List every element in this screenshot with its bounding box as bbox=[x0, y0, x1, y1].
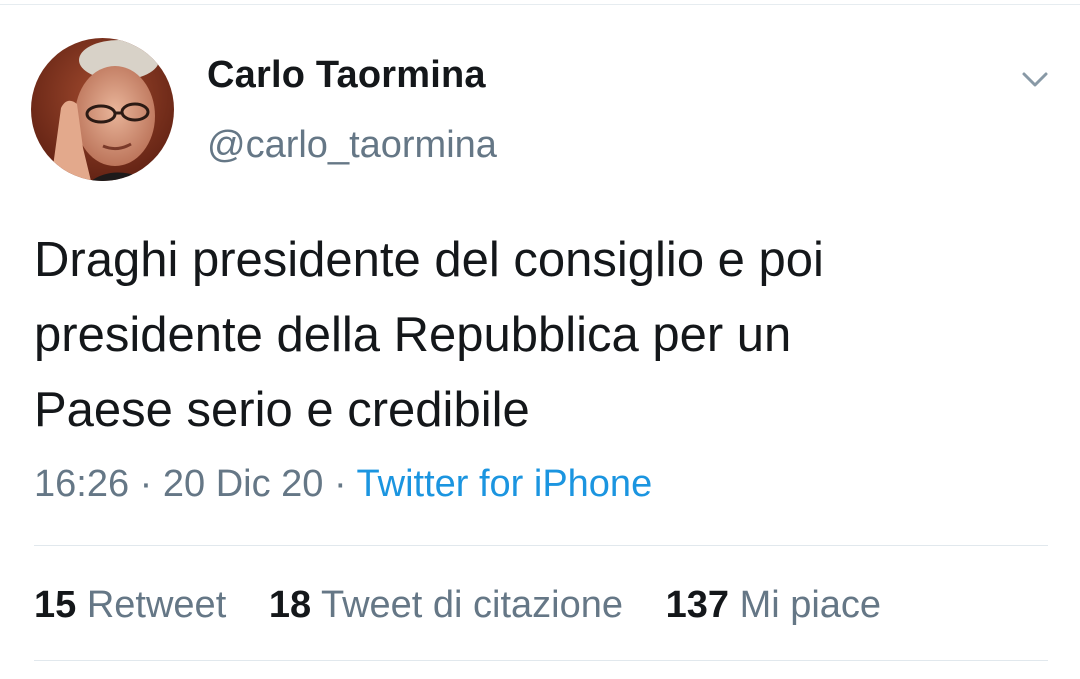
top-divider bbox=[0, 4, 1080, 5]
tweet-text: Draghi presidente del consiglio e poi pr… bbox=[34, 233, 824, 437]
author-avatar[interactable] bbox=[31, 38, 174, 181]
meta-separator: · bbox=[333, 463, 347, 505]
tweet-time: 16:26 bbox=[34, 463, 130, 505]
meta-separator: · bbox=[139, 463, 153, 505]
quote-tweet-stat[interactable]: 18 Tweet di citazione bbox=[269, 584, 623, 627]
quote-tweet-label: Tweet di citazione bbox=[320, 584, 624, 626]
author-display-name[interactable]: Carlo Taormina bbox=[207, 54, 486, 97]
tweet-detail: Carlo Taormina @carlo_taormina Draghi pr… bbox=[0, 0, 1080, 679]
like-stat[interactable]: 137 Mi piace bbox=[666, 584, 881, 627]
chevron-down-icon[interactable] bbox=[1014, 58, 1056, 100]
profile-photo-icon bbox=[31, 38, 174, 181]
retweet-count: 15 bbox=[34, 584, 77, 626]
tweet-stats: 15 Retweet 18 Tweet di citazione 137 Mi … bbox=[34, 584, 913, 627]
tweet-date: 20 Dic 20 bbox=[162, 463, 324, 505]
stats-top-divider bbox=[34, 545, 1048, 546]
like-count: 137 bbox=[665, 584, 729, 626]
retweet-label: Retweet bbox=[86, 584, 227, 626]
stats-bottom-divider bbox=[34, 660, 1048, 661]
like-label: Mi piace bbox=[739, 584, 882, 626]
retweet-stat[interactable]: 15 Retweet bbox=[34, 584, 226, 627]
tweet-meta: 16:26 · 20 Dic 20 · Twitter for iPhone bbox=[34, 463, 652, 506]
author-handle[interactable]: @carlo_taormina bbox=[207, 124, 497, 167]
tweet-source-link[interactable]: Twitter for iPhone bbox=[357, 463, 653, 505]
quote-tweet-count: 18 bbox=[268, 584, 312, 626]
